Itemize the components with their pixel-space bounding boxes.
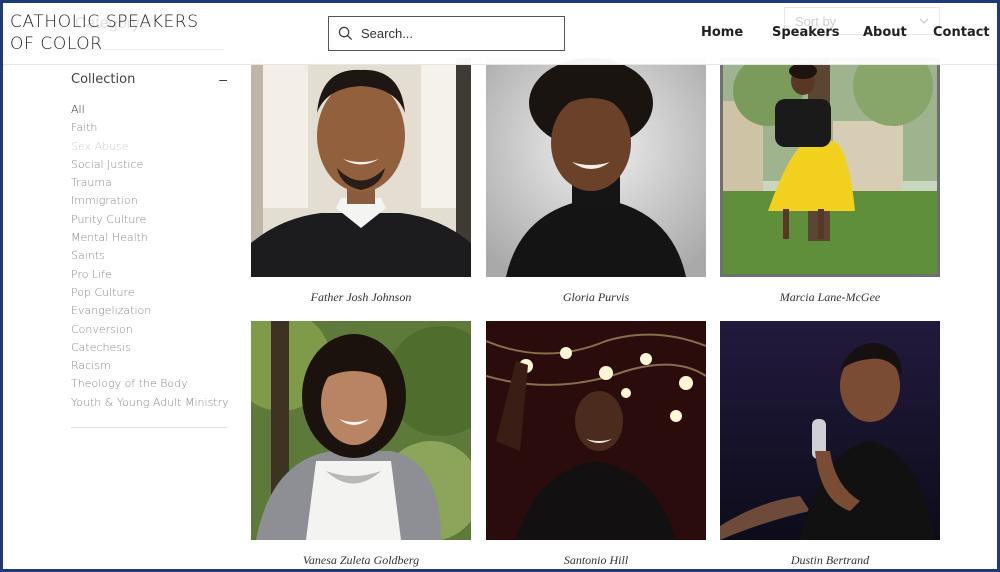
speaker-photo[interactable]: [486, 321, 706, 540]
collection-item-racism[interactable]: Racism: [71, 357, 231, 375]
search-icon: [338, 26, 353, 41]
site-title-line1: CATHOLIC SPEAKERS: [10, 12, 199, 32]
speaker-name[interactable]: Father Josh Johnson: [251, 290, 471, 305]
nav-about[interactable]: About: [863, 25, 907, 40]
site-header: Category CATHOLIC SPEAKERS OF COLOR Sort…: [3, 3, 997, 65]
collection-item-youth-young-adult[interactable]: Youth & Young Adult Ministry: [71, 394, 231, 412]
speaker-name[interactable]: Dustin Bertrand: [720, 553, 940, 568]
nav-speakers[interactable]: Speakers: [772, 25, 840, 40]
nav-contact[interactable]: Contact: [933, 25, 990, 40]
speaker-photo[interactable]: [720, 321, 940, 540]
speaker-name[interactable]: Vanesa Zuleta Goldberg: [251, 553, 471, 568]
collection-title: Collection: [71, 71, 136, 87]
collection-item-faith[interactable]: Faith: [71, 119, 231, 137]
speaker-card[interactable]: Dustin Bertrand: [720, 321, 940, 569]
collection-item-immigration[interactable]: Immigration: [71, 192, 231, 210]
site-title[interactable]: CATHOLIC SPEAKERS OF COLOR: [10, 11, 220, 55]
collection-item-trauma[interactable]: Trauma: [71, 174, 231, 192]
chevron-down-icon: [919, 18, 929, 24]
sidebar-divider: [71, 427, 227, 428]
speaker-name[interactable]: Marcia Lane-McGee: [720, 290, 940, 305]
page-frame: Collection – All Faith Sex Abuse Social …: [0, 0, 1000, 572]
collapse-icon[interactable]: –: [219, 71, 227, 87]
collection-item-conversion[interactable]: Conversion: [71, 321, 231, 339]
speaker-photo[interactable]: [251, 321, 471, 540]
site-title-line2: OF COLOR: [10, 34, 103, 54]
speaker-name[interactable]: Santonio Hill: [486, 553, 706, 568]
speaker-card[interactable]: Santonio Hill: [486, 321, 706, 569]
collection-item-mental-health[interactable]: Mental Health: [71, 229, 231, 247]
collection-item-sex-abuse[interactable]: Sex Abuse: [71, 138, 231, 156]
collection-item-saints[interactable]: Saints: [71, 247, 231, 265]
collection-list: All Faith Sex Abuse Social Justice Traum…: [71, 101, 231, 412]
collection-item-catechesis[interactable]: Catechesis: [71, 339, 231, 357]
collection-item-pop-culture[interactable]: Pop Culture: [71, 284, 231, 302]
speaker-card[interactable]: Marcia Lane-McGee: [720, 58, 940, 308]
collection-header[interactable]: Collection –: [71, 69, 231, 89]
collection-item-social-justice[interactable]: Social Justice: [71, 156, 231, 174]
collection-item-all[interactable]: All: [71, 101, 231, 119]
speaker-card[interactable]: Father Josh Johnson: [251, 58, 471, 308]
collection-item-theology-of-the-body[interactable]: Theology of the Body: [71, 375, 231, 393]
speaker-card[interactable]: Vanesa Zuleta Goldberg: [251, 321, 471, 569]
speaker-photo[interactable]: [486, 58, 706, 277]
collection-filter: Collection – All Faith Sex Abuse Social …: [71, 65, 231, 412]
collection-item-purity-culture[interactable]: Purity Culture: [71, 211, 231, 229]
speaker-photo[interactable]: [720, 58, 940, 277]
search-input[interactable]: [361, 26, 551, 41]
collection-item-evangelization[interactable]: Evangelization: [71, 302, 231, 320]
collection-item-pro-life[interactable]: Pro Life: [71, 266, 231, 284]
speaker-card[interactable]: Gloria Purvis: [486, 58, 706, 308]
speaker-name[interactable]: Gloria Purvis: [486, 290, 706, 305]
nav-home[interactable]: Home: [701, 25, 743, 40]
search-box[interactable]: [328, 16, 565, 51]
speaker-photo[interactable]: [251, 58, 471, 277]
